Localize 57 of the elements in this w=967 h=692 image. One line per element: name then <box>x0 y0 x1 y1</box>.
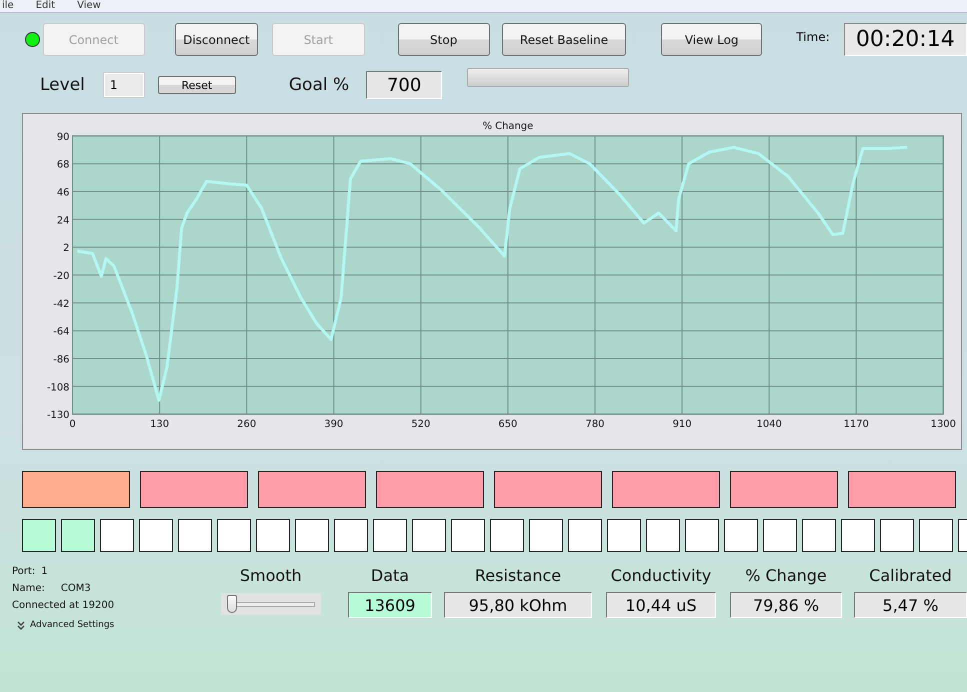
y-tick-label: 2 <box>63 243 70 254</box>
x-tick-label: 910 <box>672 419 692 430</box>
menu-item[interactable]: Edit <box>36 0 56 12</box>
slider-thumb[interactable] <box>227 594 238 612</box>
name-label: Name: <box>12 583 45 594</box>
name-value: COM3 <box>60 583 91 594</box>
readout-label: Conductivity <box>610 566 712 585</box>
goal-label: Goal % <box>288 75 350 95</box>
readout-value: 79,86 % <box>730 592 842 618</box>
toolbar-button[interactable]: Disconnect <box>174 23 258 56</box>
y-tick-label: -42 <box>53 298 70 310</box>
x-tick-label: 520 <box>411 419 430 430</box>
readout-label: Resistance <box>474 566 562 585</box>
readout-label: % Change <box>745 566 827 585</box>
reset-button[interactable]: Reset <box>158 76 236 94</box>
y-tick-label: -130 <box>46 410 70 422</box>
x-tick-label: 780 <box>586 419 604 430</box>
y-tick-label: 90 <box>56 132 70 143</box>
x-tick-label: 650 <box>498 419 518 430</box>
x-tick-label: 260 <box>237 419 256 430</box>
x-tick-label: 1300 <box>930 419 956 430</box>
readout-value: 13609 <box>348 592 432 618</box>
port-label: Port: <box>12 566 36 577</box>
time-display: 00:20:14 <box>844 23 967 56</box>
level-label: Level <box>40 75 85 95</box>
double-chevron-down-icon[interactable] <box>17 620 25 630</box>
y-tick-label: 68 <box>56 160 70 171</box>
y-tick-label: -108 <box>46 382 70 394</box>
x-tick-label: 0 <box>69 419 76 430</box>
y-tick-label: 46 <box>56 188 70 199</box>
menu-item[interactable]: View <box>77 0 101 12</box>
readout-label: Calibrated <box>869 566 952 585</box>
toolbar-button[interactable]: View Log <box>661 23 762 56</box>
menu-item[interactable]: ile <box>2 0 14 12</box>
smooth-slider[interactable] <box>220 593 321 615</box>
port-value: 1 <box>41 566 48 577</box>
advanced-settings-link[interactable]: Advanced Settings <box>30 620 114 630</box>
y-tick-label: -20 <box>53 271 70 282</box>
y-tick-label: 24 <box>56 215 70 226</box>
level-field[interactable]: 1 <box>104 73 144 97</box>
y-tick-label: -86 <box>53 354 70 366</box>
x-tick-label: 130 <box>150 419 170 430</box>
y-tick-label: -64 <box>53 326 70 338</box>
connection-status: Connected at 19200 <box>12 600 116 611</box>
x-tick-label: 1040 <box>756 419 782 430</box>
x-tick-label: 390 <box>324 419 344 430</box>
smooth-label: Smooth <box>240 566 302 585</box>
toolbar-button[interactable]: Reset Baseline <box>502 23 626 56</box>
readout-value: 95,80 kOhm <box>444 592 592 618</box>
readout-value: 10,44 uS <box>606 592 716 618</box>
chart-title: % Change <box>482 120 534 132</box>
readout-value: 5,47 % <box>854 592 967 618</box>
x-tick-label: 1170 <box>844 419 869 430</box>
time-label: Time: <box>796 30 830 44</box>
goal-display: 700 <box>366 71 442 99</box>
readout-label: Data <box>370 566 410 585</box>
toolbar-button[interactable]: Stop <box>398 23 490 56</box>
